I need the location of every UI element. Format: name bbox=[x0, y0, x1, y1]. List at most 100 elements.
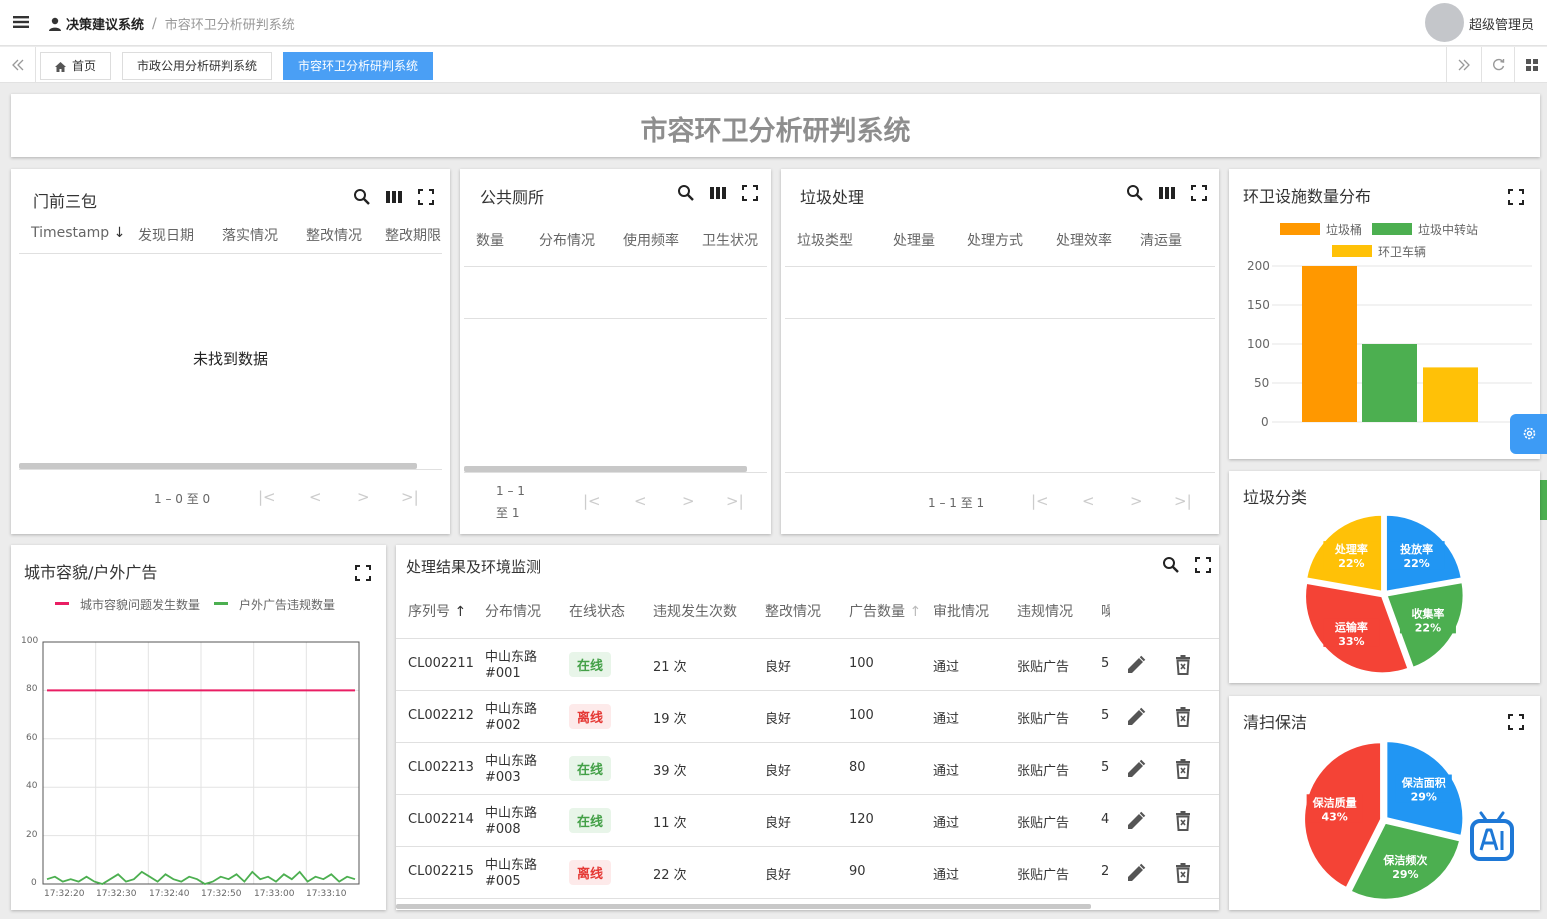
delete-button[interactable] bbox=[1173, 758, 1193, 780]
delete-button[interactable] bbox=[1173, 862, 1193, 884]
column-violation-count[interactable]: 违规发生次数 bbox=[653, 601, 737, 621]
column-online-status[interactable]: 在线状态 bbox=[569, 601, 625, 621]
status-badge: 离线 bbox=[569, 860, 612, 885]
edit-button[interactable] bbox=[1125, 654, 1147, 676]
column-violation-type[interactable]: 违规情况 bbox=[1017, 601, 1107, 621]
breadcrumb: 决策建议系统 / 市容环卫分析研判系统 bbox=[48, 14, 295, 33]
menu-icon[interactable] bbox=[13, 15, 29, 29]
column-garbage-type[interactable]: 垃圾类型 bbox=[797, 230, 853, 250]
cell-location: 中山东路 bbox=[485, 858, 538, 873]
next-page-icon[interactable]: > bbox=[682, 492, 695, 510]
search-icon[interactable] bbox=[677, 184, 695, 202]
columns-icon[interactable] bbox=[1158, 184, 1176, 202]
first-page-icon[interactable]: |< bbox=[583, 492, 601, 510]
fullscreen-icon[interactable] bbox=[741, 184, 759, 202]
prev-page-icon[interactable]: < bbox=[309, 488, 322, 506]
settings-button[interactable] bbox=[1510, 414, 1547, 454]
delete-button[interactable] bbox=[1173, 706, 1193, 728]
status-badge: 在线 bbox=[569, 756, 612, 781]
edit-button[interactable] bbox=[1125, 758, 1147, 780]
column-efficiency[interactable]: 处理效率 bbox=[1056, 230, 1112, 250]
edit-button[interactable] bbox=[1125, 706, 1147, 728]
column-deadline[interactable]: 整改期限 bbox=[385, 225, 441, 245]
cell-fix: 良好 bbox=[765, 816, 792, 831]
edit-button[interactable] bbox=[1125, 810, 1147, 832]
column-count[interactable]: 数量 bbox=[476, 230, 504, 250]
tab-sanitation[interactable]: 市容环卫分析研判系统 bbox=[283, 52, 434, 80]
column-volume[interactable]: 处理量 bbox=[893, 230, 935, 250]
table-row[interactable]: CL002213 39 次 良好 80 通过 张贴广告 中山东路#003 在线 55 bbox=[396, 743, 1219, 795]
last-page-icon[interactable]: >| bbox=[1174, 492, 1192, 510]
column-haul[interactable]: 清运量 bbox=[1140, 230, 1182, 250]
column-rectification[interactable]: 整改情况 bbox=[306, 225, 362, 245]
ai-assistant-button[interactable] bbox=[1469, 811, 1515, 863]
search-icon[interactable] bbox=[353, 188, 371, 206]
table-row[interactable]: CL002214 11 次 良好 120 通过 张贴广告 中山东路#008 在线 46 bbox=[396, 795, 1219, 847]
edit-button[interactable] bbox=[1125, 862, 1147, 884]
cell-approve: 通过 bbox=[933, 712, 960, 727]
avatar[interactable] bbox=[1425, 3, 1464, 42]
delete-button[interactable] bbox=[1173, 810, 1193, 832]
fullscreen-icon[interactable] bbox=[417, 188, 435, 206]
horizontal-scrollbar[interactable] bbox=[396, 904, 1091, 909]
columns-icon[interactable] bbox=[385, 188, 403, 206]
cell-viol: 张贴广告 bbox=[1017, 764, 1070, 779]
pencil-icon bbox=[1128, 707, 1146, 725]
prev-page-icon[interactable]: < bbox=[1082, 492, 1095, 510]
delete-button[interactable] bbox=[1173, 654, 1193, 676]
last-page-icon[interactable]: >| bbox=[401, 488, 419, 506]
column-implementation[interactable]: 落实情况 bbox=[222, 225, 278, 245]
column-noise[interactable]: 噪 bbox=[1101, 601, 1110, 621]
column-rectification[interactable]: 整改情况 bbox=[765, 601, 821, 621]
cell-location-code: #001 bbox=[485, 666, 521, 681]
column-distribution[interactable]: 分布情况 bbox=[485, 601, 541, 621]
cell-location: 中山东路 bbox=[485, 754, 538, 769]
next-page-icon[interactable]: > bbox=[1130, 492, 1143, 510]
monitor-title: 处理结果及环境监测 bbox=[406, 558, 542, 576]
fullscreen-icon[interactable] bbox=[1190, 184, 1208, 202]
first-page-icon[interactable]: |< bbox=[258, 488, 276, 506]
column-distribution[interactable]: 分布情况 bbox=[539, 230, 595, 250]
breadcrumb-system[interactable]: 决策建议系统 bbox=[66, 14, 144, 33]
table-row[interactable]: CL002215 22 次 良好 90 通过 张贴广告 中山东路#005 离线 22 bbox=[396, 847, 1219, 899]
tab-scroll-left[interactable] bbox=[0, 47, 36, 83]
tab-menu-button[interactable] bbox=[1514, 47, 1547, 83]
search-icon[interactable] bbox=[1126, 184, 1144, 202]
tab-home[interactable]: 首页 bbox=[40, 52, 112, 80]
first-page-icon[interactable]: |< bbox=[1031, 492, 1049, 510]
pagination-range: 1 – 1 至 1 bbox=[928, 496, 985, 510]
table-row[interactable]: CL002212 19 次 良好 100 通过 张贴广告 中山东路#002 离线 51 bbox=[396, 691, 1219, 743]
column-found-date[interactable]: 发现日期 bbox=[138, 225, 194, 245]
column-approval[interactable]: 审批情况 bbox=[933, 601, 989, 621]
column-ad-count[interactable]: 广告数量 ↑ bbox=[849, 601, 921, 621]
cell-fix: 良好 bbox=[765, 712, 792, 727]
cell-id: CL002214 bbox=[408, 812, 474, 827]
column-hygiene[interactable]: 卫生状况 bbox=[702, 230, 758, 250]
cell-approve: 通过 bbox=[933, 868, 960, 883]
cleaning-value: 43% bbox=[1321, 810, 1347, 823]
sorting-card: 垃圾分类 投放率 22% 收集率 22% 运输率 33% 处理率 22% bbox=[1229, 471, 1540, 683]
user-name[interactable]: 超级管理员 bbox=[1469, 14, 1534, 33]
column-usage[interactable]: 使用频率 bbox=[623, 230, 679, 250]
sorting-value: 22% bbox=[1403, 557, 1429, 570]
trash-icon bbox=[1176, 707, 1190, 727]
column-serial[interactable]: 序列号 ↑ bbox=[408, 601, 466, 621]
column-timestamp[interactable]: Timestamp ↓ bbox=[31, 225, 125, 241]
prev-page-icon[interactable]: < bbox=[634, 492, 647, 510]
cell-location-code: #005 bbox=[485, 874, 521, 889]
fullscreen-icon[interactable] bbox=[1194, 556, 1212, 574]
cell-location-code: #008 bbox=[485, 822, 521, 837]
arrow-up-icon: ↑ bbox=[909, 604, 922, 620]
table-row[interactable]: CL002211 21 次 良好 100 通过 张贴广告 中山东路#001 在线 57 bbox=[396, 639, 1219, 691]
home-icon bbox=[55, 61, 66, 72]
cell-noise: 46 bbox=[1101, 812, 1110, 827]
search-icon[interactable] bbox=[1162, 556, 1180, 574]
refresh-button[interactable] bbox=[1481, 47, 1514, 83]
tab-scroll-right[interactable] bbox=[1446, 47, 1480, 83]
next-page-icon[interactable]: > bbox=[357, 488, 370, 506]
trash-icon bbox=[1176, 759, 1190, 779]
columns-icon[interactable] bbox=[709, 184, 727, 202]
column-method[interactable]: 处理方式 bbox=[967, 230, 1023, 250]
last-page-icon[interactable]: >| bbox=[726, 492, 744, 510]
tab-municipal[interactable]: 市政公用分析研判系统 bbox=[122, 52, 273, 80]
